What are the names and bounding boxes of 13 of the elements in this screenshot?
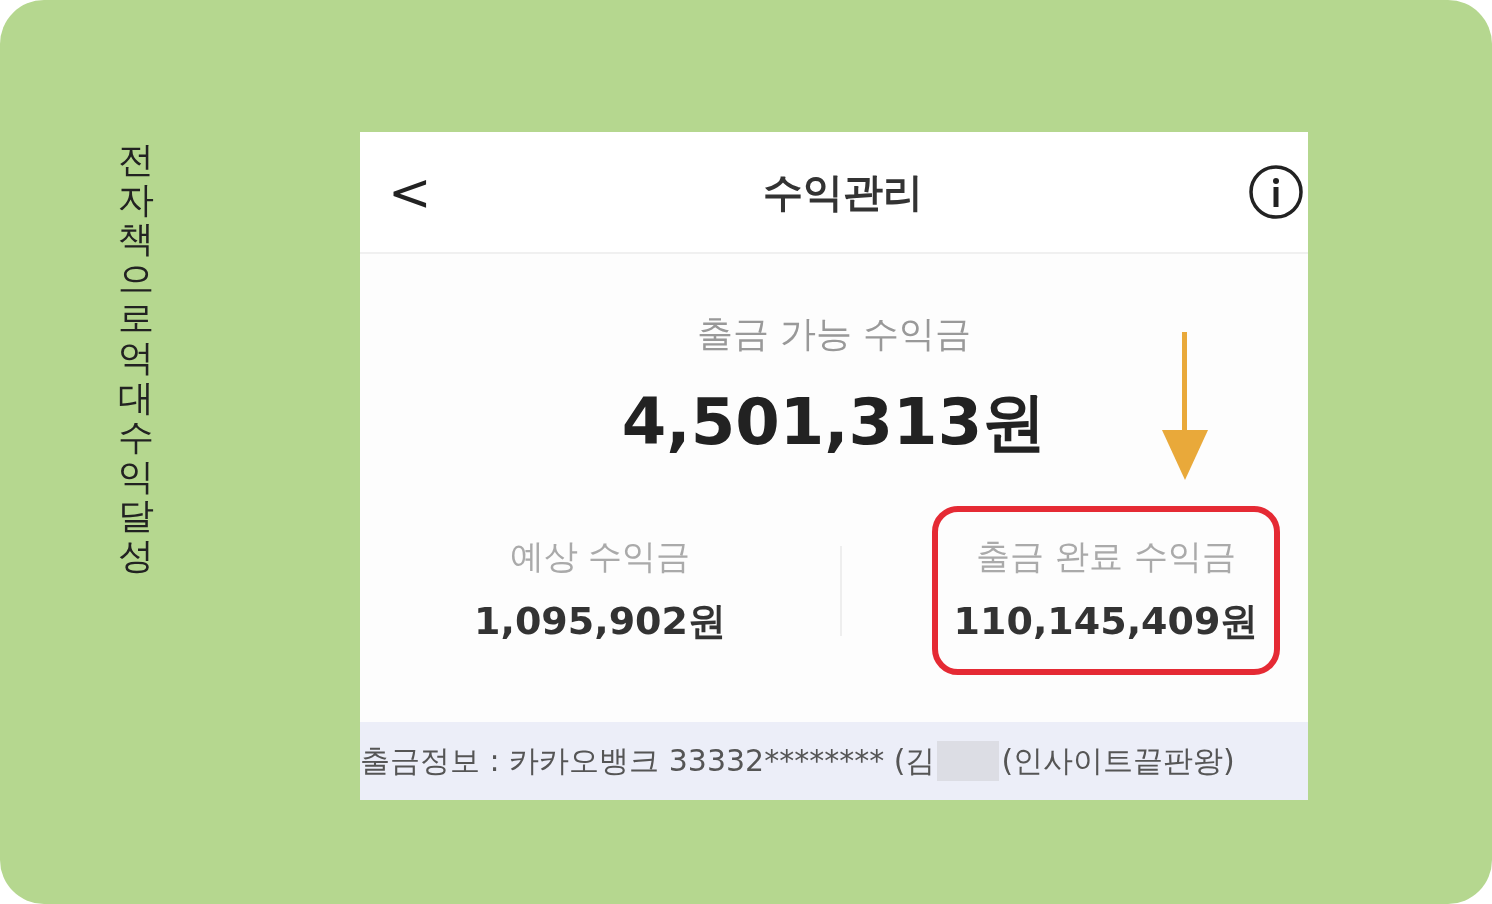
stat-amount: 1,095,902원 [474,598,726,645]
stat-amount: 110,145,409원 [953,598,1259,645]
available-label: 출금 가능 수익금 [696,312,972,356]
stat-label: 출금 완료 수익금 [976,535,1236,578]
info-icon[interactable] [1248,164,1304,220]
back-button[interactable]: < [382,166,438,218]
side-caption: 전자책으로 억대수익 달성 [118,140,154,576]
stat-label: 예상 수익금 [509,535,691,578]
account-nickname: (인사이트끝판왕) [1001,741,1235,780]
available-amount: 4,501,313원 [621,384,1047,461]
withdraw-info: 출금정보 : 카카오뱅크 33332******** (김 [360,741,936,780]
page-title: 수익관리 [762,167,923,217]
down-arrow-icon [1160,332,1210,482]
